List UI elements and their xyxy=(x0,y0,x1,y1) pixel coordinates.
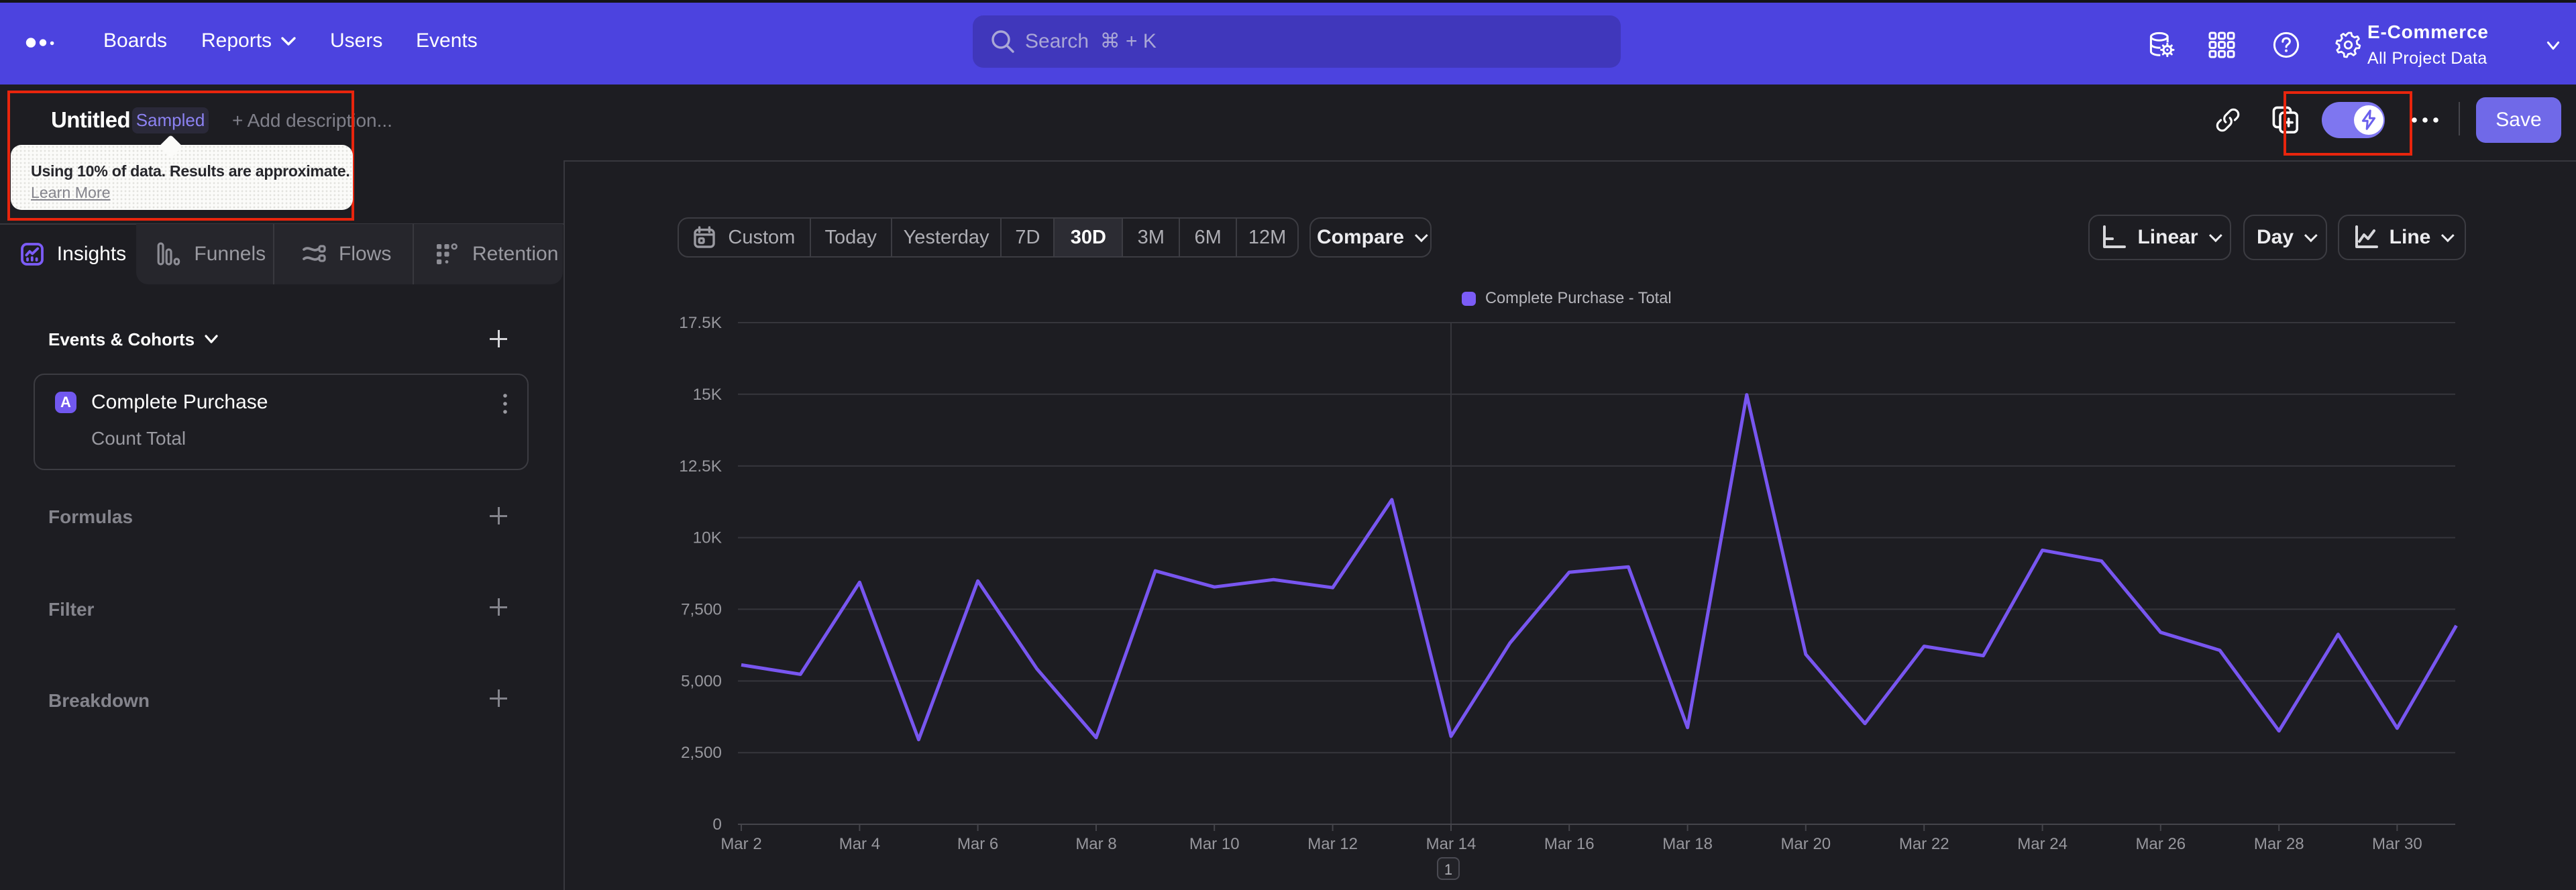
svg-text:0: 0 xyxy=(712,816,722,834)
svg-text:12.5K: 12.5K xyxy=(679,457,722,476)
svg-text:Mar 22: Mar 22 xyxy=(1899,835,1949,853)
svg-text:7,500: 7,500 xyxy=(681,600,722,618)
svg-text:Mar 16: Mar 16 xyxy=(1544,835,1595,853)
svg-text:Mar 12: Mar 12 xyxy=(1307,835,1358,853)
svg-text:2,500: 2,500 xyxy=(681,744,722,762)
svg-text:10K: 10K xyxy=(693,529,722,547)
svg-text:17.5K: 17.5K xyxy=(679,314,722,332)
svg-text:15K: 15K xyxy=(693,386,722,404)
svg-text:Mar 6: Mar 6 xyxy=(957,835,998,853)
svg-text:Mar 8: Mar 8 xyxy=(1075,835,1116,853)
svg-text:Mar 20: Mar 20 xyxy=(1780,835,1831,853)
svg-text:Mar 14: Mar 14 xyxy=(1426,835,1477,853)
svg-text:Mar 18: Mar 18 xyxy=(1662,835,1713,853)
svg-text:Mar 4: Mar 4 xyxy=(839,835,880,853)
svg-text:Mar 24: Mar 24 xyxy=(2017,835,2068,853)
svg-text:Mar 30: Mar 30 xyxy=(2372,835,2422,853)
svg-text:Mar 2: Mar 2 xyxy=(720,835,761,853)
svg-text:Mar 10: Mar 10 xyxy=(1189,835,1240,853)
svg-text:5,000: 5,000 xyxy=(681,672,722,690)
svg-text:Mar 26: Mar 26 xyxy=(2135,835,2186,853)
svg-text:Mar 28: Mar 28 xyxy=(2254,835,2304,853)
